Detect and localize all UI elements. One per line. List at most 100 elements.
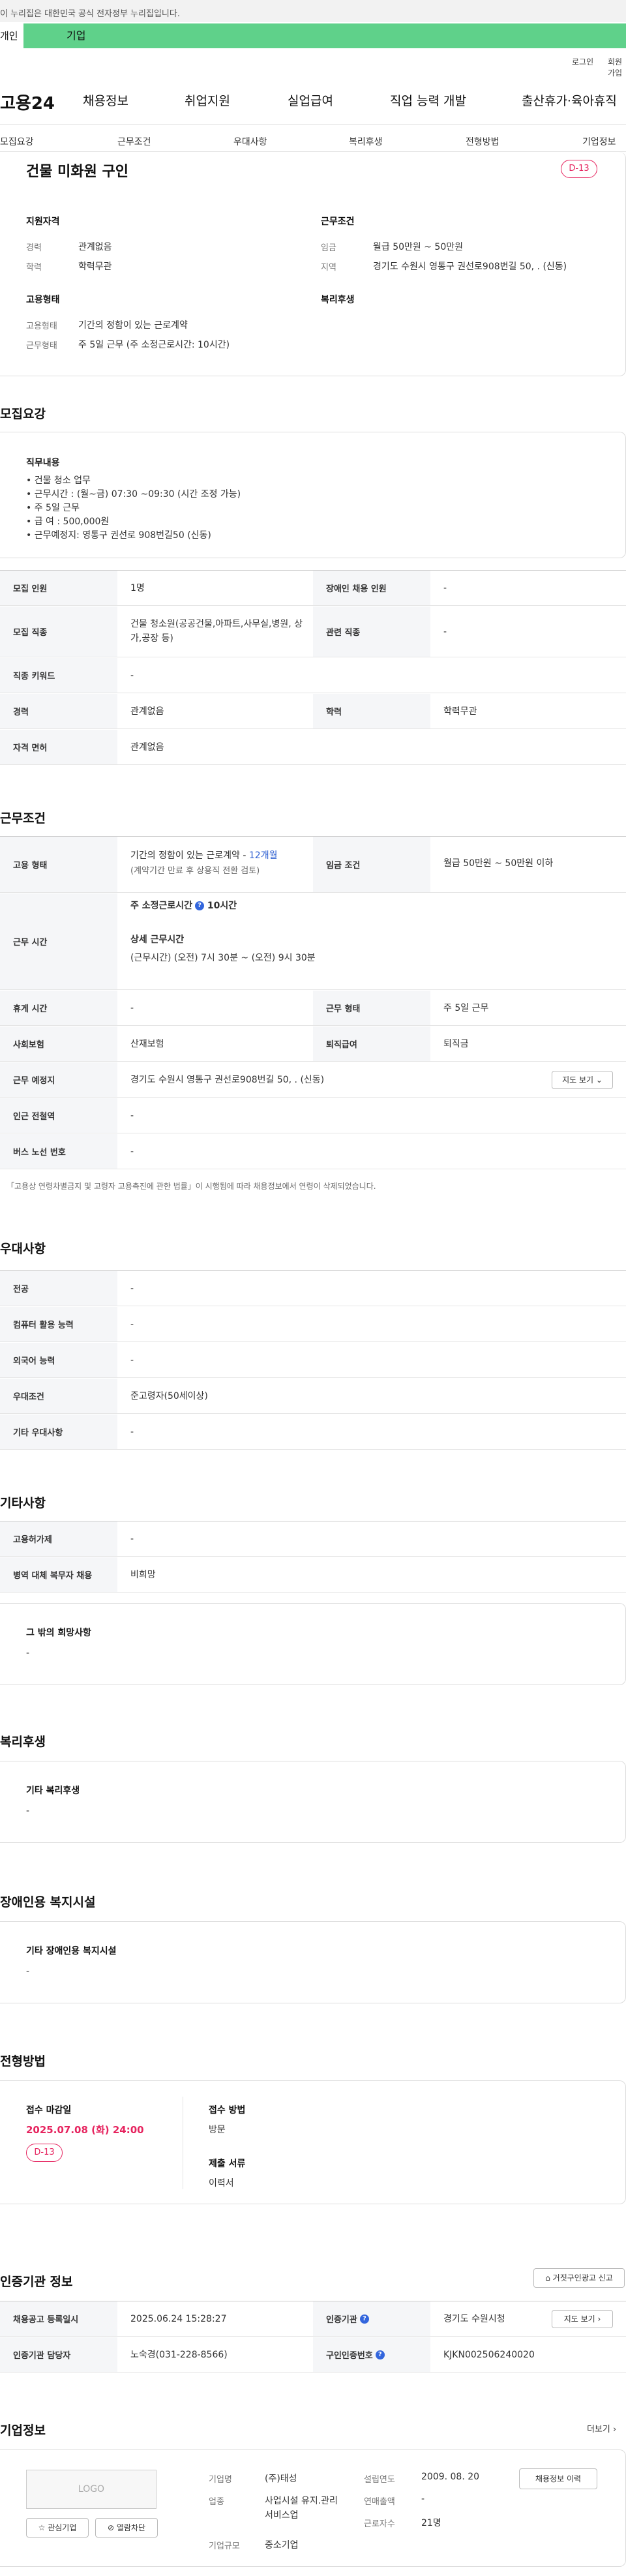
- table-row: 병역 대체 복무자 채용 비희망: [0, 1557, 626, 1593]
- welfare-value: -: [26, 1806, 30, 1816]
- deadline-title: 접수 마감일: [26, 2105, 72, 2116]
- agency-heading: 인증기관 정보: [0, 2275, 73, 2289]
- row-value: -: [130, 1355, 134, 1366]
- block-view-button[interactable]: ⊘ 열람차단: [95, 2518, 158, 2538]
- tab-preference[interactable]: 우대사항: [233, 135, 267, 148]
- gnb-item-unemployment[interactable]: 실업급여: [288, 91, 333, 109]
- tab-welfare[interactable]: 복리후생: [349, 135, 383, 148]
- table-row: 우대조건 준고령자(50세이상): [0, 1379, 626, 1414]
- size-label: 기업규모: [209, 2541, 240, 2551]
- emp-type-label: 고용 형태: [0, 837, 117, 892]
- staff-label: 근로자수: [364, 2519, 395, 2529]
- favorite-company-button[interactable]: ☆ 관심기업: [26, 2518, 89, 2538]
- welfare-card: 기타 복리후생 -: [0, 1761, 626, 1843]
- tab-personal[interactable]: 개인: [0, 23, 23, 48]
- facility-value: -: [26, 1966, 30, 1977]
- table-row: 고용 형태 기간의 정함이 있는 근로계약 - 12개월 (계약기간 만료 후 …: [0, 837, 626, 893]
- area-label: 지역: [321, 263, 336, 273]
- help-icon[interactable]: ?: [195, 901, 205, 910]
- table-row: 휴게 시간 - 근무 형태 주 5일 근무: [0, 991, 626, 1026]
- wish-title: 그 밖의 희망사항: [26, 1628, 91, 1638]
- career-label: 경력: [26, 243, 42, 253]
- row-label: 전공: [0, 1271, 117, 1306]
- summary-card: 건물 미화원 구인 D-13 지원자격 경력 관계없음 학력 학력무관 근무조건…: [0, 152, 626, 376]
- deadline-value: 2025.07.08 (화) 24:00: [26, 2124, 144, 2136]
- table-row: 컴퓨터 활용 능력 -: [0, 1307, 626, 1342]
- gov-banner: 이 누리집은 대한민국 공식 전자정부 누리집입니다.: [0, 0, 626, 22]
- work-label: 근무형태: [26, 341, 57, 351]
- help-icon[interactable]: ?: [359, 2314, 369, 2324]
- edu-label: 학력: [313, 694, 430, 728]
- table-row: 근무 시간 주 소정근로시간? 10시간 상세 근무시간 (근무시간) (오전)…: [0, 893, 626, 990]
- related-label: 관련 직종: [313, 607, 430, 657]
- wish-card: 그 밖의 희망사항 -: [0, 1603, 626, 1685]
- name-value: (주)태성: [265, 2474, 297, 2484]
- gnb-item-training[interactable]: 직업 능력 개발: [390, 91, 466, 109]
- welfare-title: 기타 복리후생: [26, 1786, 80, 1796]
- tab-recruit[interactable]: 모집요강: [0, 135, 34, 148]
- block-label: 열람차단: [116, 2523, 146, 2532]
- facility-card: 기타 장애인용 복지시설 -: [0, 1921, 626, 2003]
- place-label: 근무 예정지: [0, 1062, 117, 1097]
- wage-label: 임금: [321, 243, 336, 253]
- reg-label: 채용공고 등록일시: [0, 2301, 117, 2336]
- edu-value: 학력무관: [78, 262, 112, 272]
- number-label-text: 구인인증번호: [326, 2351, 373, 2361]
- join-link[interactable]: 회원가입: [608, 56, 626, 78]
- etc-heading: 기타사항: [0, 1496, 46, 1510]
- table-row: 모집 인원 1명 장애인 채용 인원 -: [0, 571, 626, 606]
- table-row: 고용허가제 -: [0, 1521, 626, 1557]
- bus-value: -: [130, 1146, 134, 1157]
- edu-value: 학력무관: [443, 706, 477, 717]
- dday-badge: D-13: [561, 160, 597, 178]
- bus-label: 버스 노선 번호: [0, 1134, 117, 1169]
- list-item: • 급 여 : 500,000원: [26, 517, 110, 527]
- table-row: 인근 전철역 -: [0, 1098, 626, 1133]
- history-button[interactable]: 채용정보 이력: [519, 2468, 597, 2489]
- facility-title: 기타 장애인용 복지시설: [26, 1946, 117, 1956]
- row-value: -: [130, 1319, 134, 1330]
- map-button-label: 지도 보기: [562, 1075, 594, 1085]
- selection-card: 접수 마감일 2025.07.08 (화) 24:00 D-13 접수 방법 방…: [0, 2080, 626, 2204]
- list-item: • 근무시간 : (월~금) 07:30 ~09:30 (시간 조정 가능): [26, 489, 241, 500]
- map-button[interactable]: 지도 보기 ⌄: [552, 1071, 613, 1089]
- career-value: 관계없음: [78, 242, 112, 252]
- job-desc-title: 직무내용: [26, 458, 60, 468]
- login-link[interactable]: 로그인: [572, 56, 593, 67]
- tab-company[interactable]: 기업: [67, 23, 85, 48]
- company-logo: LOGO: [26, 2470, 156, 2509]
- disabled-value: -: [443, 583, 447, 593]
- number-label: 구인인증번호?: [313, 2337, 430, 2372]
- company-card: LOGO ☆ 관심기업 ⊘ 열람차단 기업명 (주)태성 업종 사업시설 유지.…: [0, 2449, 626, 2567]
- emp-value: 기간의 정함이 있는 근로계약: [78, 320, 188, 331]
- gnb-item-jobs[interactable]: 채용정보: [83, 91, 128, 109]
- more-link[interactable]: 더보기 ›: [587, 2422, 616, 2434]
- method-value: 방문: [209, 2125, 226, 2135]
- welfare-heading: 복리후생: [0, 1735, 46, 1749]
- help-icon[interactable]: ?: [375, 2350, 385, 2359]
- row-label: 외국어 능력: [0, 1343, 117, 1377]
- divider: [0, 124, 626, 125]
- severance-value: 퇴직금: [443, 1039, 469, 1049]
- gnb-item-leave[interactable]: 출산휴가·육아휴직: [522, 91, 617, 109]
- report-button[interactable]: ⌂ 거짓구인광고 신고: [533, 2268, 625, 2288]
- reg-value: 2025.06.24 15:28:27: [130, 2314, 227, 2324]
- break-label: 휴게 시간: [0, 991, 117, 1025]
- job-desc-card: 직무내용 • 건물 청소 업무 • 근무시간 : (월~금) 07:30 ~09…: [0, 432, 626, 558]
- table-row: 인증기관 담당자 노숙경(031-228-8566) 구인인증번호? KJKN0…: [0, 2337, 626, 2373]
- site-logo[interactable]: 고용24: [0, 90, 55, 114]
- selection-heading: 전형방법: [0, 2054, 46, 2069]
- row-value: 준고령자(50세이상): [130, 1391, 208, 1401]
- wage-cond-label: 임금 조건: [313, 837, 430, 892]
- row-value: -: [130, 1283, 134, 1294]
- hours-week-value: 10시간: [207, 901, 237, 911]
- table-row: 외국어 능력 -: [0, 1343, 626, 1378]
- tab-selection[interactable]: 전형방법: [466, 135, 499, 148]
- tab-conditions[interactable]: 근무조건: [117, 135, 151, 148]
- biz-value: 사업시설 유지.관리 서비스업: [265, 2496, 338, 2521]
- size-value: 중소기업: [265, 2540, 299, 2551]
- agency-map-button[interactable]: 지도 보기 ›: [552, 2310, 613, 2328]
- tab-company-info[interactable]: 기업정보: [582, 135, 616, 148]
- subway-label: 인근 전철역: [0, 1098, 117, 1133]
- gnb-item-support[interactable]: 취업지원: [185, 91, 230, 109]
